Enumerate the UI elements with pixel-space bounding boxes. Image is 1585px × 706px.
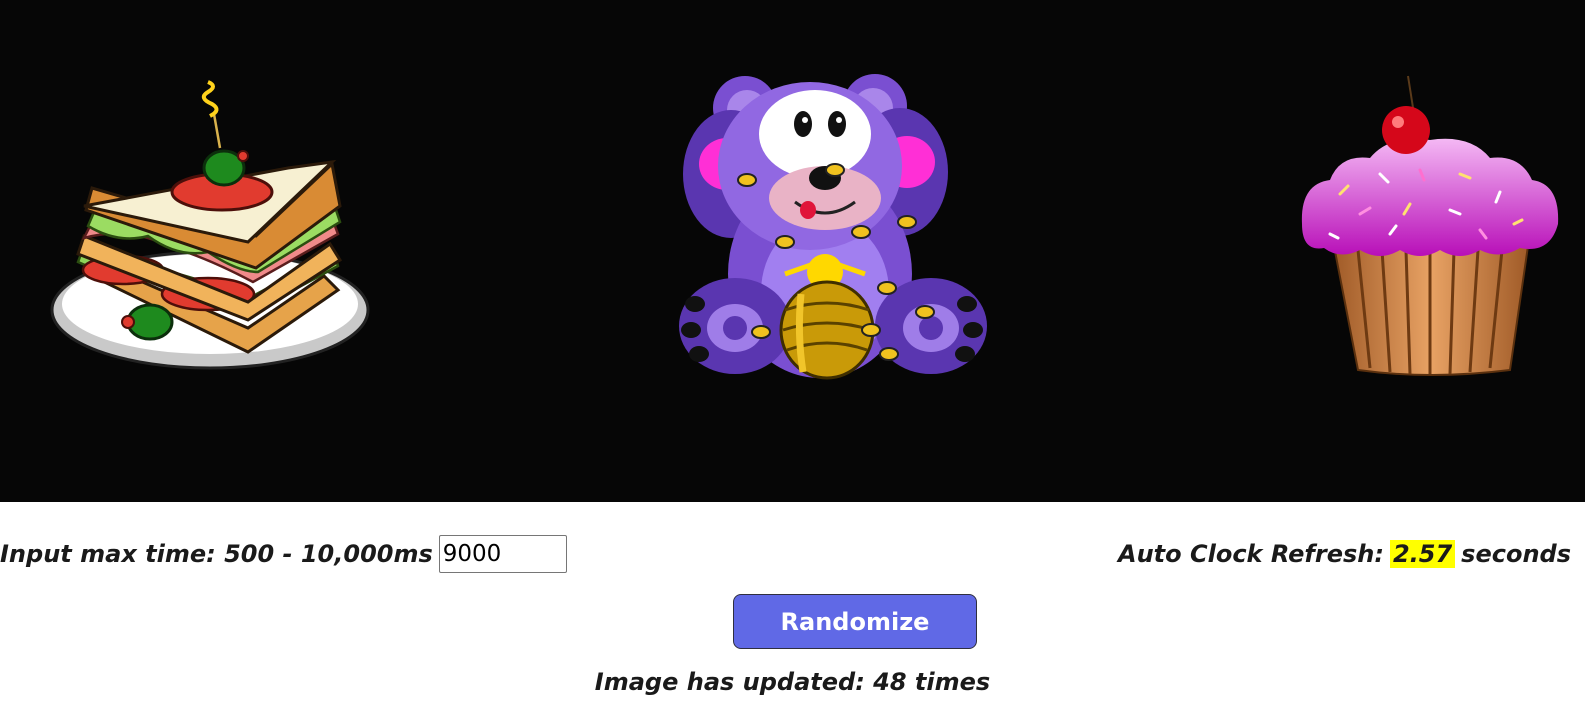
teddy-bear-with-honey-pot-icon (679, 74, 987, 380)
update-count-text: Image has updated: 48 times (594, 668, 991, 696)
clock-unit: seconds (1461, 540, 1571, 568)
clock-value: 2.57 (1389, 540, 1456, 568)
image-display (0, 0, 1585, 502)
max-time-input[interactable] (438, 535, 567, 573)
auto-clock-refresh: Auto Clock Refresh: 2.57 seconds (1118, 532, 1571, 576)
max-time-label: Input max time: 500 - 10,000ms (0, 540, 433, 568)
sandwich-icon (50, 80, 370, 370)
controls-row: Input max time: 500 - 10,000ms Auto Cloc… (0, 532, 1585, 576)
clock-label: Auto Clock Refresh: (1118, 540, 1384, 568)
update-count-row: Image has updated: 48 times (0, 664, 1585, 700)
cupcake-icon (1301, 75, 1559, 376)
randomize-button[interactable]: Randomize (733, 594, 977, 649)
max-time-group: Input max time: 500 - 10,000ms (0, 532, 567, 576)
